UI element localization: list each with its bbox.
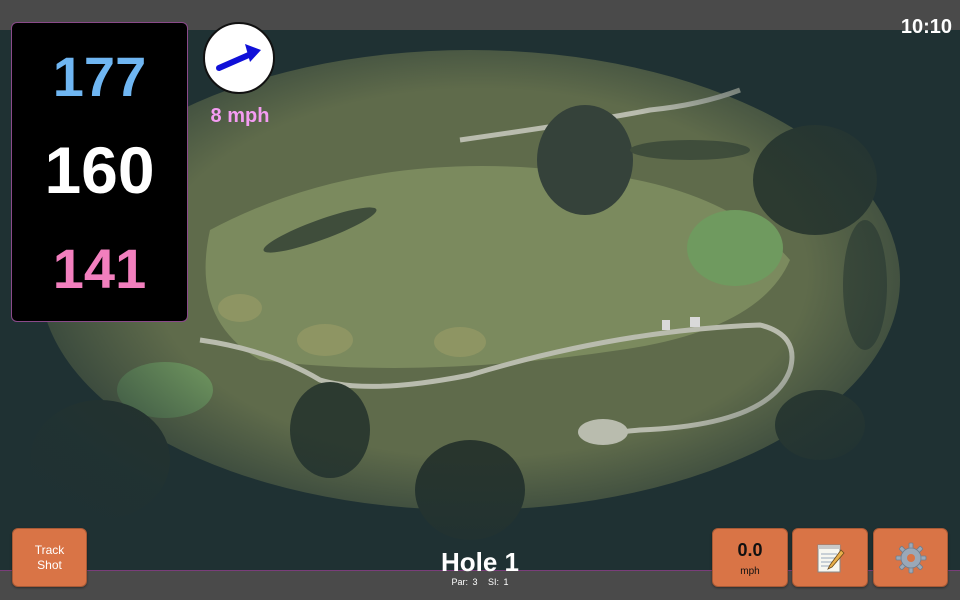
clock: 10:10 xyxy=(900,16,952,38)
si-label: SI: 1 xyxy=(488,577,509,587)
speed-button[interactable]: 0.0 mph xyxy=(712,528,788,587)
arrow-icon xyxy=(216,44,261,71)
wind-speed: 8 mph xyxy=(210,105,270,127)
middle-distance: 160 xyxy=(44,133,155,207)
gear-icon xyxy=(895,542,926,573)
speed-value: 0.0 xyxy=(737,540,763,560)
hole-title: Hole 1 xyxy=(440,547,520,577)
back-distance: 177 xyxy=(52,45,147,108)
front-distance: 141 xyxy=(52,237,147,300)
golf-gps-screen: 10:10 177 160 141 8 mph Track Shot Hole … xyxy=(0,0,960,600)
track-shot-label-line1: Track xyxy=(34,543,65,558)
track-shot-button[interactable]: Track Shot xyxy=(12,528,87,587)
notes-button[interactable] xyxy=(792,528,868,587)
hole-info: Par: 3 SI: 1 xyxy=(380,577,580,587)
settings-button[interactable] xyxy=(873,528,948,587)
distance-panel: 177 160 141 xyxy=(11,22,188,322)
notepad-icon xyxy=(817,544,845,572)
speed-unit: mph xyxy=(740,566,760,577)
par-label: Par: 3 xyxy=(451,577,478,587)
wind-direction-indicator xyxy=(203,22,275,94)
track-shot-label-line2: Shot xyxy=(37,557,62,572)
